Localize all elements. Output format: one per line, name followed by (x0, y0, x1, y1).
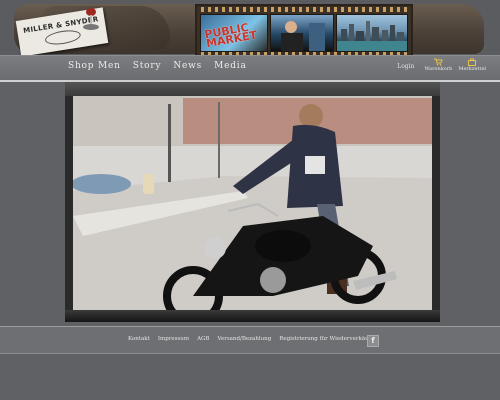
footer-link-impressum[interactable]: Impressum (158, 336, 189, 342)
public-market-sign: PUBLIC MARKET (203, 20, 259, 51)
film-frame-skyline (336, 14, 408, 52)
film-strip-banner: PUBLIC MARKET (195, 4, 413, 60)
portrait-photo (281, 21, 325, 51)
city-skyline-photo (337, 21, 407, 51)
facebook-icon[interactable]: f (367, 335, 379, 347)
nav-item-shop-men[interactable]: Shop Men (68, 61, 121, 71)
footer-link-registrierung[interactable]: Registrierung für Wiederverkäufer (279, 336, 376, 342)
footer: Kontakt Impressum AGB Versand/Bezahlung … (0, 327, 500, 354)
login-link[interactable]: Login (397, 63, 414, 70)
main-navigation: Shop Men Story News Media Login Warenkor… (0, 55, 500, 82)
nav-item-news[interactable]: News (173, 61, 202, 71)
motorcycle-scene-image (73, 96, 432, 310)
hero-photo-motorcycle-rider (73, 96, 432, 310)
nav-menu: Shop Men Story News Media (68, 61, 247, 71)
pushpin-icon (83, 8, 99, 30)
account-tools: Login Warenkorb Merkzettel (397, 58, 486, 72)
cart-icon (434, 58, 444, 66)
film-frame-market: PUBLIC MARKET (200, 14, 268, 52)
nav-item-media[interactable]: Media (214, 61, 247, 71)
logo-seal-icon (43, 27, 82, 47)
hero-banner (65, 82, 440, 322)
wishlist-button[interactable]: Merkzettel (458, 58, 486, 72)
hero-top-shade (65, 82, 440, 96)
film-perforation (197, 7, 411, 12)
film-frame-portrait (270, 14, 334, 52)
nav-item-story[interactable]: Story (133, 61, 162, 71)
wishlist-label: Merkzettel (458, 66, 486, 72)
hero-bottom-shade (65, 310, 440, 322)
footer-link-versand[interactable]: Versand/Bezahlung (217, 336, 271, 342)
cart-label: Warenkorb (424, 66, 453, 72)
footer-link-agb[interactable]: AGB (197, 336, 209, 342)
header-band: MILLER & SNYDER PUBLIC MARKET (0, 0, 500, 60)
cart-button[interactable]: Warenkorb (424, 58, 452, 72)
footer-link-kontakt[interactable]: Kontakt (128, 336, 150, 342)
bag-icon (468, 58, 477, 66)
footer-links: Kontakt Impressum AGB Versand/Bezahlung … (128, 336, 377, 342)
